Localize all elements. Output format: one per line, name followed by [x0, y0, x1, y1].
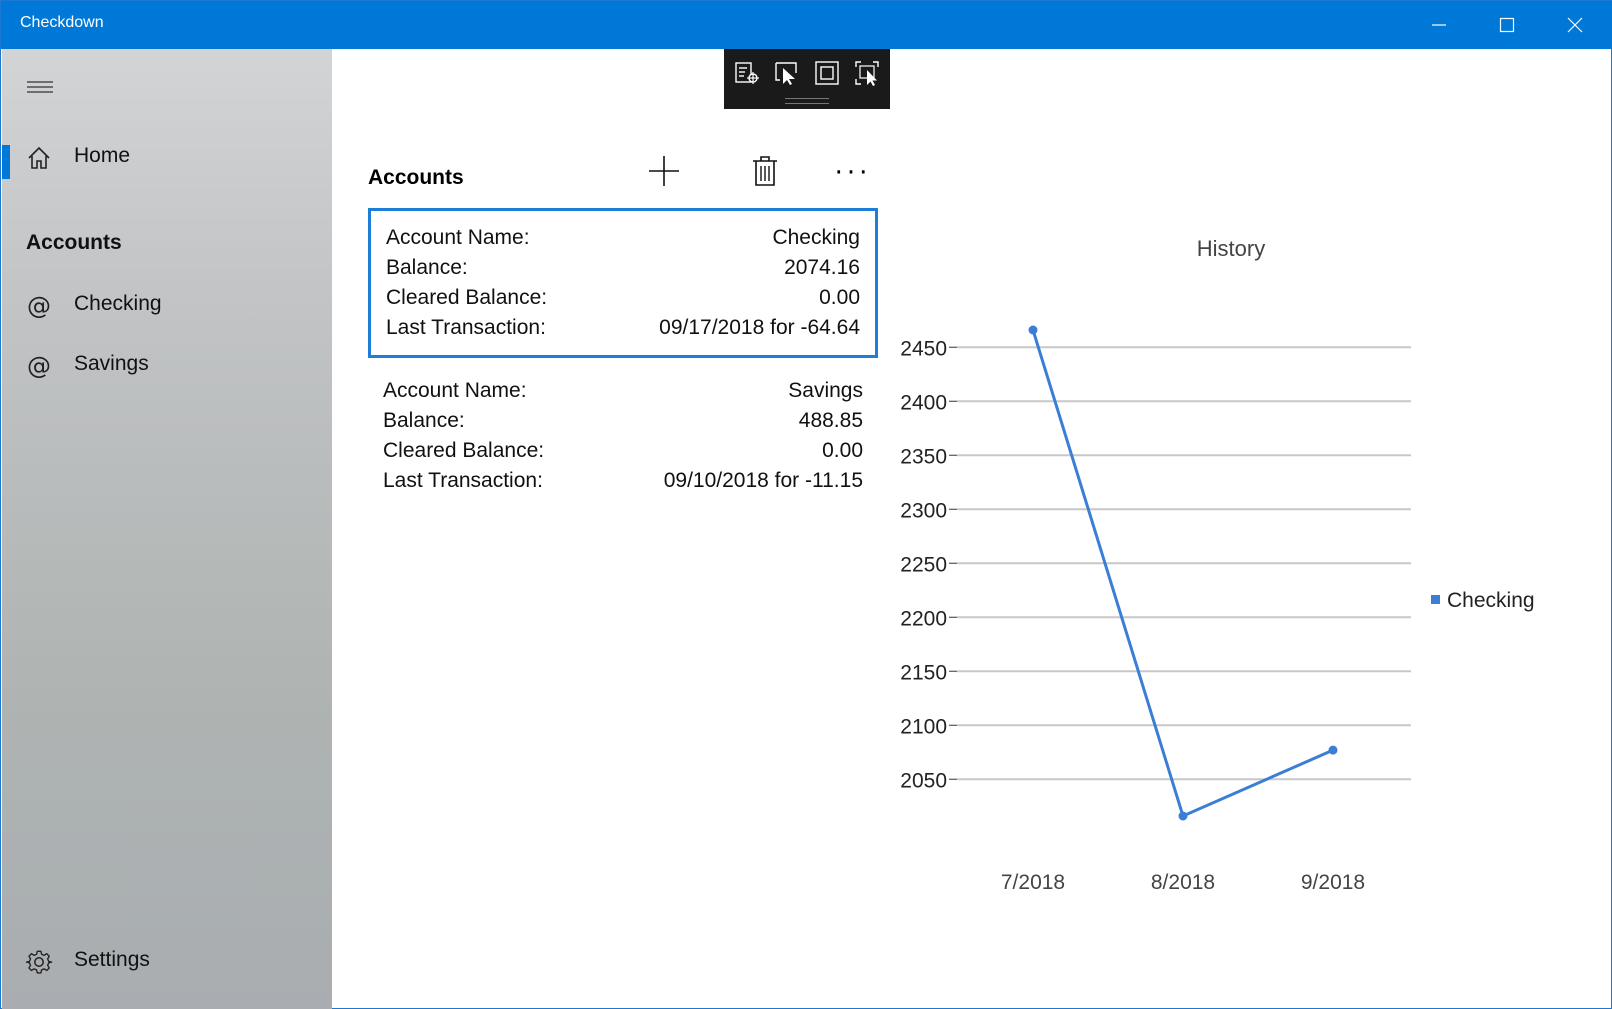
selection-indicator — [2, 145, 10, 179]
select-element-button[interactable] — [772, 58, 802, 88]
y-tick-label: 2350 — [900, 445, 947, 468]
nav-section-header: Accounts — [26, 231, 122, 254]
nav-item-label: Settings — [74, 948, 150, 971]
nav-item-settings[interactable]: Settings — [2, 937, 332, 985]
gear-icon — [24, 947, 54, 977]
more-icon: ··· — [834, 158, 872, 188]
window-title: Checkdown — [20, 14, 104, 31]
series-line-checking — [1031, 329, 1334, 819]
home-icon — [24, 143, 54, 173]
page-title: Accounts — [368, 166, 464, 189]
delete-account-button[interactable] — [743, 149, 787, 193]
nav-item-checking[interactable]: @ Checking — [2, 281, 332, 329]
add-account-button[interactable] — [642, 149, 686, 193]
y-tick-label: 2150 — [900, 661, 947, 684]
nav-item-home[interactable]: Home — [2, 133, 332, 181]
title-bar[interactable]: Checkdown — [1, 1, 1612, 49]
last-transaction-value: 09/17/2018 for -64.64 — [659, 316, 860, 339]
at-sign-icon: @ — [27, 292, 51, 320]
account-name-row: Account Name: Checking — [386, 226, 860, 256]
nav-item-label: Checking — [74, 292, 162, 315]
maximize-button[interactable] — [1473, 1, 1541, 49]
history-chart: History 2050 2100 2150 2200 2250 2300 2350 2400 2… — [900, 236, 1535, 894]
y-tick-label: 2300 — [900, 499, 947, 522]
debug-toolbar — [724, 49, 890, 109]
cleared-balance-label: Cleared Balance: — [383, 439, 545, 462]
balance-row: Balance: 2074.16 — [386, 256, 860, 286]
menu-button[interactable] — [20, 67, 60, 107]
last-transaction-label: Last Transaction: — [386, 316, 546, 339]
delete-icon — [753, 156, 777, 186]
track-focused-element-icon — [855, 61, 879, 86]
legend-swatch — [1431, 595, 1440, 604]
y-tick-label: 2450 — [900, 337, 947, 360]
cleared-balance-label: Cleared Balance: — [386, 286, 548, 309]
maximize-icon — [1499, 17, 1515, 33]
x-tick-label: 7/2018 — [1001, 871, 1065, 894]
cleared-balance-row: Cleared Balance: 0.00 — [383, 439, 863, 469]
y-tick-label: 2100 — [900, 715, 947, 738]
y-tick-label: 2050 — [900, 769, 947, 792]
y-tick-label: 2400 — [900, 391, 947, 414]
legend-label: Checking — [1447, 589, 1535, 612]
add-icon — [649, 156, 679, 186]
y-tick-label: 2250 — [900, 553, 947, 576]
last-transaction-label: Last Transaction: — [383, 469, 543, 492]
data-point — [1328, 745, 1338, 755]
hamburger-icon — [27, 81, 53, 93]
balance-label: Balance: — [386, 256, 468, 279]
chart-title: History — [1197, 236, 1265, 261]
account-name-label: Account Name: — [386, 226, 530, 249]
nav-pane: Home Accounts @ Checking @ Savings Setti… — [2, 49, 332, 1009]
last-transaction-row: Last Transaction: 09/17/2018 for -64.64 — [386, 316, 860, 346]
account-name-label: Account Name: — [383, 379, 527, 402]
last-transaction-row: Last Transaction: 09/10/2018 for -11.15 — [383, 469, 863, 499]
nav-item-label: Savings — [74, 352, 149, 375]
balance-label: Balance: — [383, 409, 465, 432]
account-name-row: Account Name: Savings — [383, 379, 863, 409]
x-tick-label: 8/2018 — [1151, 871, 1215, 894]
at-sign-icon: @ — [27, 352, 51, 380]
cleared-balance-row: Cleared Balance: 0.00 — [386, 286, 860, 316]
close-button[interactable] — [1541, 1, 1609, 49]
minimize-button[interactable] — [1405, 1, 1473, 49]
data-point — [1028, 325, 1038, 335]
account-card-savings[interactable]: Account Name: Savings Balance: 488.85 Cl… — [368, 364, 878, 514]
last-transaction-value: 09/10/2018 for -11.15 — [663, 469, 863, 492]
live-visual-tree-icon — [735, 62, 759, 84]
live-visual-tree-button[interactable] — [732, 58, 762, 88]
display-layout-adorners-button[interactable] — [812, 58, 842, 88]
account-card-checking[interactable]: Account Name: Checking Balance: 2074.16 … — [368, 208, 878, 358]
balance-value: 2074.16 — [784, 256, 860, 279]
display-layout-adorners-icon — [815, 61, 839, 85]
minimize-icon — [1432, 24, 1446, 26]
balance-value: 488.85 — [798, 409, 863, 432]
track-focused-element-button[interactable] — [852, 58, 882, 88]
y-tick-label: 2200 — [900, 607, 947, 630]
nav-item-label: Home — [74, 144, 131, 167]
select-element-icon — [775, 62, 797, 85]
account-name-value: Savings — [788, 379, 863, 402]
account-name-value: Checking — [772, 226, 860, 249]
cleared-balance-value: 0.00 — [822, 439, 863, 462]
cleared-balance-value: 0.00 — [819, 286, 860, 309]
close-icon — [1567, 17, 1583, 33]
data-point — [1178, 811, 1188, 821]
nav-item-savings[interactable]: @ Savings — [2, 341, 332, 389]
balance-row: Balance: 488.85 — [383, 409, 863, 439]
app-window: Checkdown Home Accounts @ Checking @ Sav… — [0, 0, 1612, 1009]
toolbar-drag-handle[interactable] — [785, 98, 829, 104]
x-tick-label: 9/2018 — [1301, 871, 1365, 894]
more-button[interactable]: ··· — [831, 151, 875, 195]
